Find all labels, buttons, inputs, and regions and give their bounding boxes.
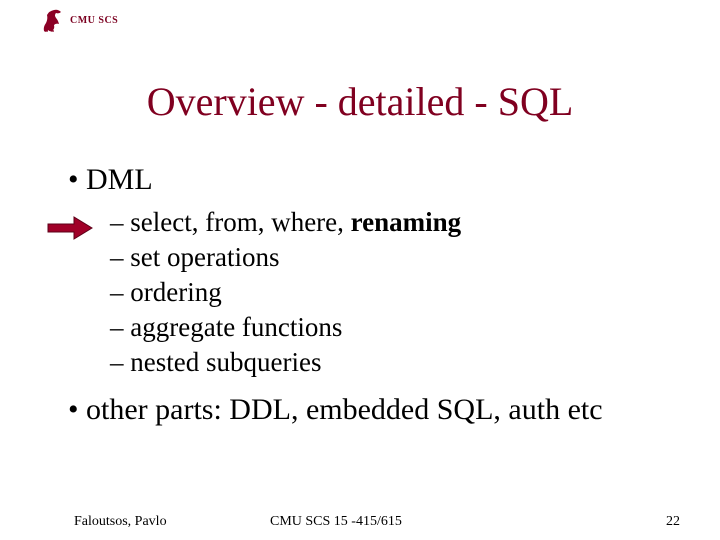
bullet-other: other parts: DDL, embedded SQL, auth etc [68, 390, 603, 429]
sub-bullet-nested: – nested subqueries [110, 345, 603, 380]
slide-body: DML – select, from, where, renaming – se… [68, 160, 603, 435]
footer-authors: Faloutsos, Pavlo [74, 514, 167, 530]
slide-header: CMU SCS [40, 5, 118, 35]
bullet-dml: DML [68, 160, 603, 199]
sub-bullet-aggregate: – aggregate functions [110, 310, 603, 345]
footer-course: CMU SCS 15 -415/615 [270, 514, 402, 530]
header-institution: CMU SCS [70, 15, 118, 26]
sub-bullet-ordering: – ordering [110, 275, 603, 310]
sub-bullet-bold: renaming [351, 207, 462, 237]
sub-bullet-select: – select, from, where, renaming [110, 205, 603, 240]
footer-page-number: 22 [666, 514, 680, 530]
slide-title: Overview - detailed - SQL [0, 78, 720, 125]
sub-bullet-setops: – set operations [110, 240, 603, 275]
sub-bullet-group: – select, from, where, renaming – set op… [110, 205, 603, 380]
griffin-logo-icon [40, 5, 66, 35]
sub-bullet-text: – select, from, where, [110, 207, 351, 237]
